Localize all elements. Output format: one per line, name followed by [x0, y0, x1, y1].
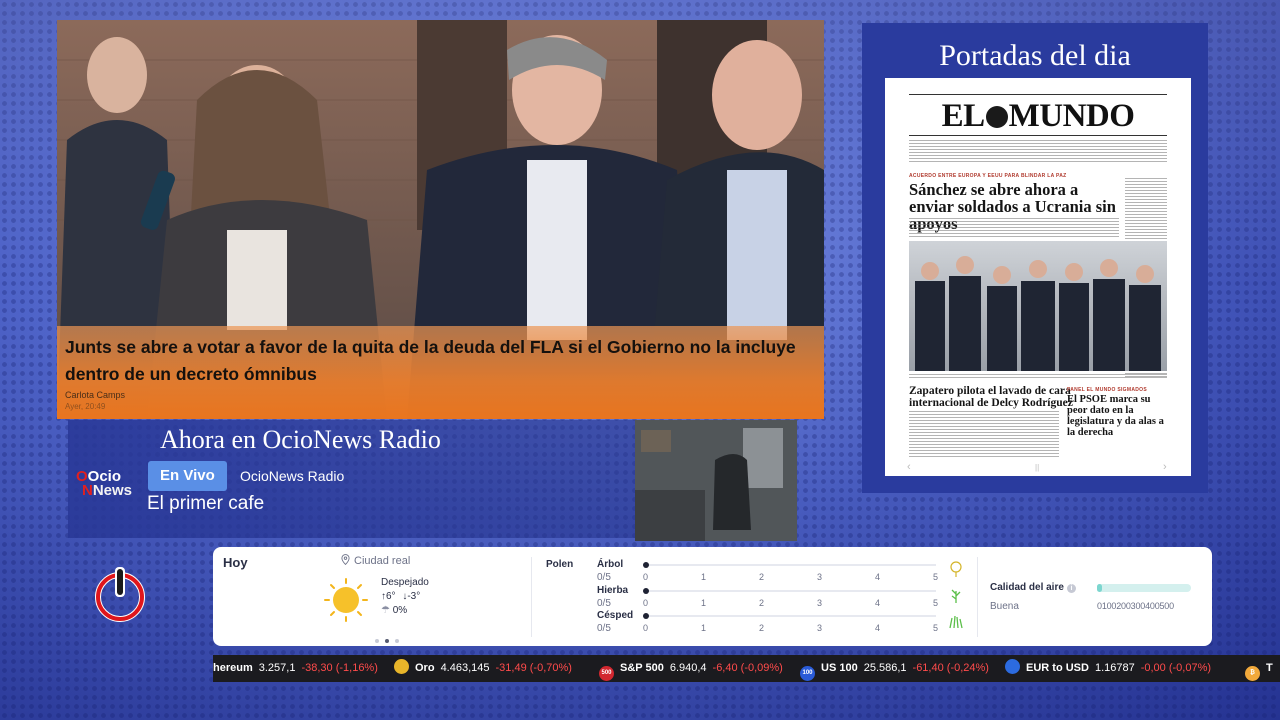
umbrella-icon: ☂	[381, 605, 390, 616]
polen-level-marker	[643, 588, 649, 594]
paper-rule	[909, 135, 1167, 136]
newspaper-cover[interactable]: EL MUNDO ACUERDO ENTRE EUROPA Y EEUU PARA…	[885, 78, 1191, 476]
carousel-dot[interactable]	[395, 639, 399, 643]
location-pin-icon	[341, 554, 350, 565]
sun-icon	[324, 578, 368, 622]
weather-city[interactable]: Ciudad real	[341, 554, 410, 567]
polen-value: 0/5	[597, 572, 611, 583]
news-date: Ayer, 20:49	[65, 402, 106, 411]
eur-usd-icon	[1005, 659, 1020, 674]
ticker-item[interactable]: EUR to USD 1.16787 -0,00 (-0,07%)	[1005, 655, 1211, 682]
news-author: Carlota Camps	[65, 390, 126, 400]
station-name: OcioNews Radio	[240, 468, 345, 484]
lawn-icon	[949, 615, 963, 629]
polen-level-marker	[643, 562, 649, 568]
gold-icon	[394, 659, 409, 674]
weather-widget: Hoy Ciudad real Despejado ↑6° ↓-3° ☂ 0% …	[213, 547, 1212, 646]
radio-panel: Ahora en OcioNews Radio OOcio NNews En V…	[68, 420, 635, 538]
sp500-icon: 500	[599, 666, 614, 681]
ticker-item[interactable]: ₿ T	[1245, 655, 1279, 682]
weather-temps: ↑6° ↓-3°	[381, 591, 421, 602]
ocionews-logo: OOcio NNews	[76, 468, 133, 499]
polen-label: Polen	[546, 559, 574, 570]
bitcoin-icon: ₿	[1245, 666, 1260, 681]
program-name: El primer cafe	[147, 493, 265, 514]
weather-rain: ☂ 0%	[381, 605, 408, 616]
radio-heading: Ahora en OcioNews Radio	[160, 425, 441, 454]
ticker-item[interactable]: 100 US 100 25.586,1 -61,40 (-0,24%)	[800, 655, 989, 682]
polen-row-grass: Hierba 0/5 0 1 2 3 4 5	[597, 585, 939, 609]
ticker-item[interactable]: 500 S&P 500 6.940,4 -6,40 (-0,09%)	[599, 655, 783, 682]
cover-carousel-nav: ‹ || ›	[885, 460, 1191, 476]
grass-icon	[951, 589, 961, 603]
polen-name: Árbol	[597, 559, 624, 570]
globe-icon	[985, 106, 1008, 128]
weather-carousel-dots[interactable]	[375, 630, 405, 648]
polen-track	[644, 590, 936, 592]
carousel-dot[interactable]	[375, 639, 379, 643]
paper-body-text	[909, 411, 1059, 459]
live-badge[interactable]: En Vivo	[148, 461, 227, 491]
paper-rule	[909, 94, 1167, 95]
divider	[977, 557, 978, 637]
prev-arrow-icon[interactable]: ‹	[907, 461, 911, 473]
paper-third-headline: El PSOE marca su peor dato en la legisla…	[1067, 394, 1164, 438]
carousel-dot-active[interactable]	[385, 639, 389, 643]
divider	[531, 557, 532, 637]
polen-value: 0/5	[597, 598, 611, 609]
power-icon[interactable]	[93, 566, 147, 624]
air-quality-label: Calidad del aire i	[990, 582, 1076, 593]
paper-photo	[909, 241, 1167, 371]
air-quality-bar	[1097, 584, 1191, 592]
news-caption: Junts se abre a votar a favor de la quit…	[57, 326, 824, 419]
air-quality-fill	[1097, 584, 1102, 592]
polen-name: Hierba	[597, 585, 629, 596]
ticker-item[interactable]: Oro 4.463,145 -31,49 (-0,70%)	[394, 655, 572, 682]
paper-section-tag: PANEL EL MUNDO SIGMADOS	[1067, 387, 1147, 393]
market-ticker: hereum 3.257,1 -38,30 (-1,16%) Oro 4.463,14…	[213, 655, 1280, 682]
paper-second-headline: Zapatero pilota el lavado de cara intern…	[909, 385, 1073, 409]
weather-day-label: Hoy	[223, 555, 248, 570]
tree-icon	[950, 561, 962, 577]
polen-name: Césped	[597, 610, 634, 621]
paper-caption	[909, 374, 1167, 380]
paper-section-tag: ACUERDO ENTRE EUROPA Y EEUU PARA BLINDAR…	[909, 173, 1067, 179]
pause-icon[interactable]: ||	[1035, 463, 1039, 472]
polen-row-tree: Árbol 0/5 0 1 2 3 4 5	[597, 559, 939, 583]
paper-body-text	[909, 218, 1119, 238]
news-headline[interactable]: Junts se abre a votar a favor de la quit…	[65, 334, 816, 388]
polen-row-lawn: Césped 0/5 0 1 2 3 4 5	[597, 610, 939, 634]
polen-track	[644, 615, 936, 617]
next-arrow-icon[interactable]: ›	[1163, 461, 1167, 473]
radio-studio-video[interactable]	[635, 420, 797, 541]
polen-level-marker	[643, 613, 649, 619]
front-pages-panel: Portadas del dia EL MUNDO ACUERDO ENTRE E…	[862, 23, 1208, 493]
weather-condition: Despejado	[381, 577, 429, 588]
info-icon[interactable]: i	[1066, 584, 1076, 593]
polen-track	[644, 564, 936, 566]
us100-icon: 100	[800, 666, 815, 681]
air-quality-status: Buena	[990, 601, 1019, 612]
polen-value: 0/5	[597, 623, 611, 634]
newspaper-logo: EL MUNDO	[941, 98, 1135, 134]
paper-teasers	[909, 140, 1167, 164]
ticker-item[interactable]: hereum 3.257,1 -38,30 (-1,16%)	[213, 655, 378, 682]
air-quality-scale: 0100200300400500	[1097, 601, 1174, 611]
front-pages-title: Portadas del dia	[939, 39, 1131, 72]
news-card[interactable]: Junts se abre a votar a favor de la quit…	[57, 20, 824, 419]
